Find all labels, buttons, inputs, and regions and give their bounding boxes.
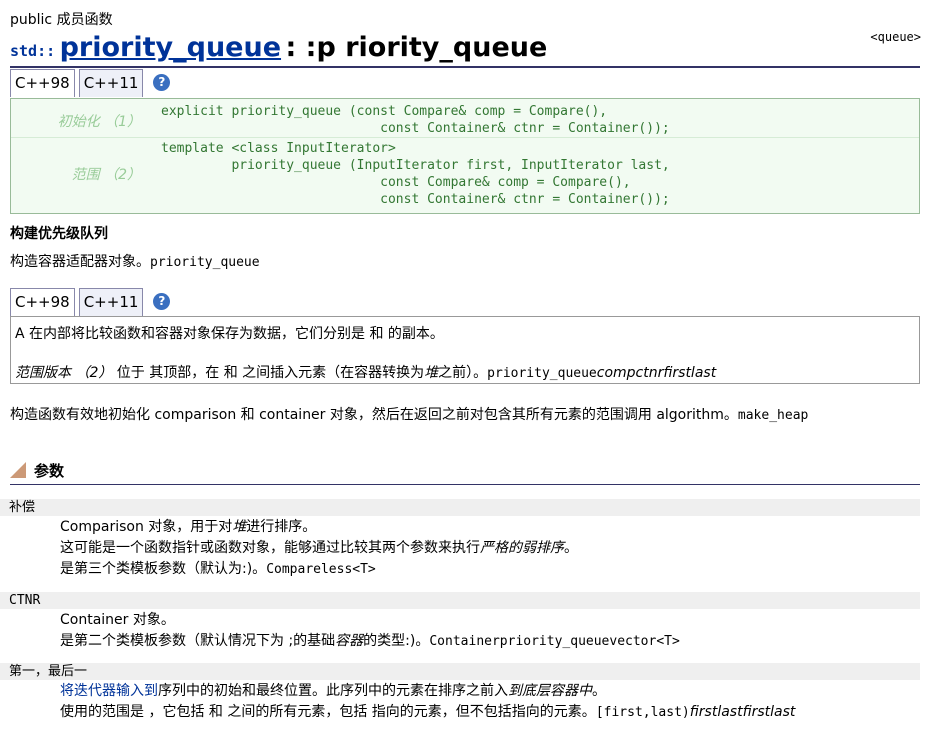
tab-cpp11[interactable]: C++11 [78,69,144,97]
title-namespace: std:: [10,42,56,60]
param-line: 这可能是一个函数指针或函数对象，能够通过比较其两个参数来执行严格的弱排序。 [60,540,578,556]
init-code: make_heap [737,408,809,423]
param-line: 使用的范围是 ，它包括 和 之间的所有元素，包括 指向的元素，但不包括指向的元素… [60,704,796,720]
param-line: 是第三个类模板参数（默认为:)。Compareless<T> [60,561,376,577]
description-box: A 在内部将比较函数和容器对象保存为数据，它们分别是 和 的副本。 范围版本 （… [10,316,920,384]
range-version-label: 范围版本 （2） [15,365,113,381]
prototype-code: template <class InputIterator> priority_… [161,141,670,207]
tab-cpp98[interactable]: C++98 [10,288,75,316]
param-line: 是第二个类模板参数（默认情况下为 ;的基础容器的类型:)。Containerpr… [60,633,680,649]
desc-tail: compctnrfirstlast [596,365,717,381]
version-tabs-2: C++98 C++11 ? [10,288,171,316]
construct-text-main: 构造容器适配器对象。 [10,254,150,270]
description-line-1: A 在内部将比较函数和容器对象保存为数据，它们分别是 和 的副本。 [15,326,444,342]
param-line: Comparison 对象，用于对堆进行排序。 [60,519,317,535]
desc-code: priority_queue [487,366,597,381]
title-member: : :p riority_queue [285,32,548,63]
param-name-ctnr: CTNR [0,592,920,609]
prototype-label: 初始化 （1） [57,114,141,130]
input-iterator-link[interactable]: 将迭代器输入到 [60,683,158,699]
tab-cpp98[interactable]: C++98 [10,69,75,97]
construct-text: 构造容器适配器对象。priority_queue [10,251,260,271]
heap-term: 堆 [424,365,439,381]
init-text: 构造函数有效地初始化 comparison 和 container 对象，然后在… [10,404,808,424]
section-label: public 成员函数 [10,12,113,28]
param-line: 将迭代器输入到序列中的初始和最终位置。此序列中的元素在排序之前入到底层容器中。 [60,683,606,699]
param-line: Container 对象。 [60,612,175,628]
init-text-main: 构造函数有效地初始化 comparison 和 container 对象，然后在… [10,407,738,423]
prototype-box: 初始化 （1） explicit priority_queue (const C… [10,98,920,214]
section-marker-icon [10,462,26,478]
help-icon[interactable]: ? [153,74,171,91]
param-desc-ctnr: Container 对象。 是第二个类模板参数（默认情况下为 ;的基础容器的类型… [60,610,680,652]
title-class-link[interactable]: priority_queue [60,32,281,63]
description-line-2: 范围版本 （2） 位于 其顶部，在 和 之间插入元素（在容器转换为堆之前）。pr… [15,362,716,382]
construct-code: priority_queue [150,255,260,270]
prototype-code: explicit priority_queue (const Compare& … [161,104,670,136]
param-name-comp: 补偿 [0,499,920,516]
tab-cpp11[interactable]: C++11 [78,288,144,316]
param-name-first-last: 第一，最后一 [0,663,920,680]
help-icon[interactable]: ? [153,293,171,310]
prototype-label: 范围 （2） [71,167,141,183]
desc-text: 之前）。 [438,365,488,381]
params-heading-text: 参数 [34,462,65,480]
page-title: std:: priority_queue : :p riority_queue [10,32,920,68]
prototype-row-init: 初始化 （1） explicit priority_queue (const C… [11,99,919,137]
params-heading: 参数 [10,460,920,485]
construct-heading: 构建优先级队列 [10,226,108,242]
param-desc-comp: Comparison 对象，用于对堆进行排序。 这可能是一个函数指针或函数对象，… [60,517,578,580]
version-tabs-1: C++98 C++11 ? [10,69,171,97]
prototype-row-range: 范围 （2） template <class InputIterator> pr… [11,137,919,214]
param-desc-first-last: 将迭代器输入到序列中的初始和最终位置。此序列中的元素在排序之前入到底层容器中。 … [60,681,795,723]
desc-text: 位于 其顶部，在 和 之间插入元素（在容器转换为 [112,365,425,381]
